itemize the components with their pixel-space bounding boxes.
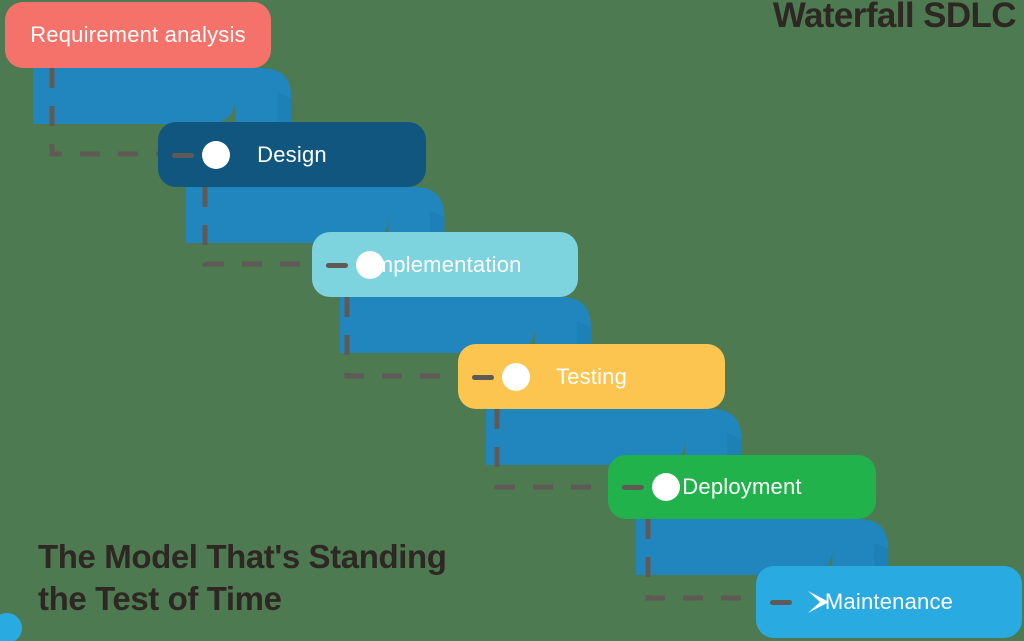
headline-text: The Model That's Standing the Test of Ti… xyxy=(38,538,447,618)
dashed-connector-deployment-to-maintenance xyxy=(645,519,770,601)
stage-label: Deployment xyxy=(682,474,802,499)
stage-node-maintenance[interactable]: Maintenance xyxy=(756,566,1022,638)
stage-label: Requirement analysis xyxy=(30,22,246,47)
stage-node-requirement-analysis[interactable]: Requirement analysis xyxy=(5,2,271,68)
stage-node-implementation[interactable]: Implementation xyxy=(312,232,578,297)
waterfall-sdlc-infographic: Requirement analysis Design Implementation… xyxy=(0,0,1024,641)
stage-inlet-dash-icon xyxy=(622,485,644,490)
stage-inlet-dash-icon xyxy=(326,262,348,268)
stage-node-design[interactable]: Design xyxy=(158,122,426,187)
stage-node-testing[interactable]: Testing xyxy=(458,344,725,409)
stage-node-deployment[interactable]: Deployment xyxy=(608,455,876,519)
stage-inlet-dash-icon xyxy=(172,152,194,158)
stage-label: Implementation xyxy=(368,251,522,277)
dashed-connector-implementation-to-testing xyxy=(344,297,472,379)
stage-inlet-dash-icon xyxy=(770,600,792,605)
arrow-right-icon xyxy=(801,591,829,613)
dashed-connector-design-to-implementation xyxy=(202,187,326,267)
stage-inlet-dash-icon xyxy=(472,374,494,380)
stage-milestone-dot-icon xyxy=(356,250,384,279)
dashed-connector-requirement-analysis-to-design xyxy=(49,68,172,157)
stage-label: Maintenance xyxy=(824,589,954,614)
stage-milestone-dot-icon xyxy=(202,140,230,169)
dashed-connector-testing-to-deployment xyxy=(494,409,622,490)
stage-label: Testing xyxy=(555,363,628,389)
stage-milestone-dot-icon xyxy=(502,362,530,391)
stage-milestone-dot-icon xyxy=(652,473,680,501)
stage-label: Design xyxy=(257,141,327,167)
page-title: Waterfall SDLC xyxy=(772,0,1017,35)
